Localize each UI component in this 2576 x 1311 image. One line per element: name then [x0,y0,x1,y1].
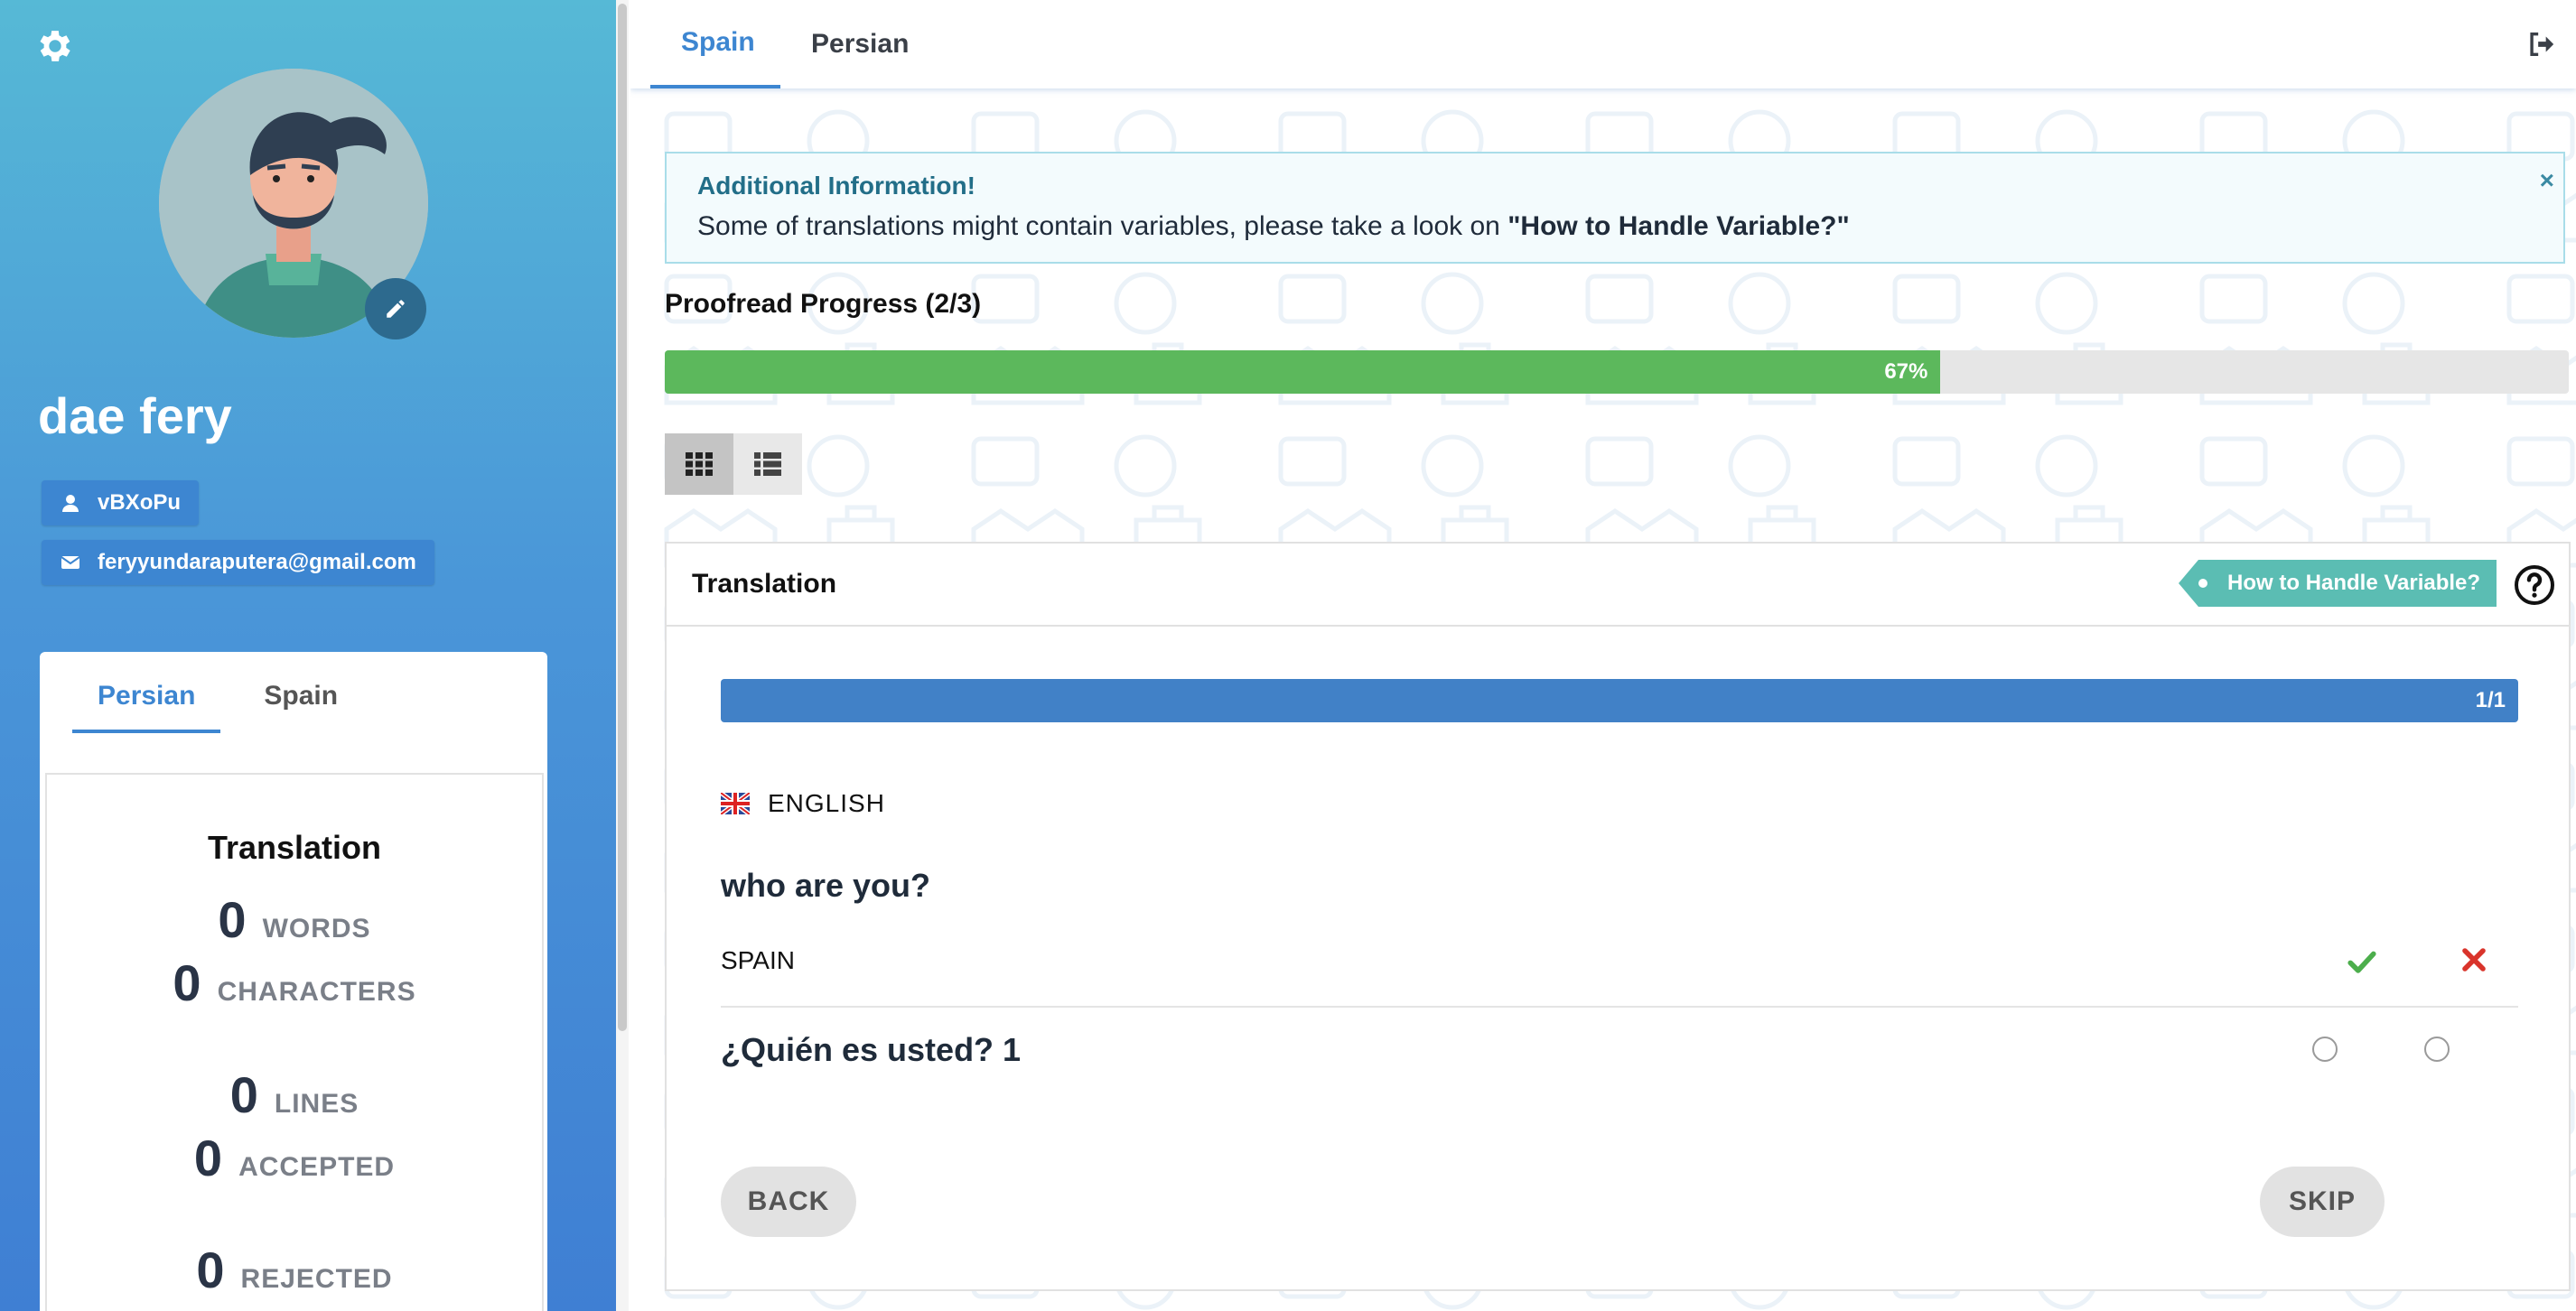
sidebar: dae fery vBXoPu feryyundaraputera@gmail.… [0,0,616,1311]
username-badge: vBXoPu [42,480,200,525]
skip-button[interactable]: SKIP [2260,1167,2385,1237]
target-language-row: SPAIN [721,926,2518,1008]
uk-flag-icon [721,793,750,814]
ribbon-label: How to Handle Variable? [2227,571,2481,595]
grid-icon [686,452,713,476]
translation-card: Translation How to Handle Variable? 1/1 [665,542,2571,1291]
stat-label: WORDS [262,914,371,944]
source-text: who are you? [721,867,931,904]
topbar: Spain Persian [630,0,2576,88]
stat-label: CHARACTERS [217,977,416,1007]
stat-value: 0 [173,954,201,1011]
tab-persian[interactable]: Persian [780,0,934,88]
reject-radio[interactable] [2424,1037,2450,1062]
stat-accepted: 0 ACCEPTED [47,1129,542,1187]
info-title: Additional Information! [697,172,975,200]
check-icon[interactable] [2347,946,2377,977]
user-icon [62,495,79,512]
card-title: Translation [692,569,837,599]
proofread-progress-label: Proofread Progress (2/3) [665,289,982,319]
stats-tab-persian[interactable]: Persian [72,672,221,733]
envelope-icon [61,556,80,569]
x-icon[interactable] [2460,946,2487,973]
ribbon-dot [2198,579,2207,588]
stats-title: Translation [207,829,382,866]
user-name: dae fery [38,387,232,444]
progress-fill: 67% [665,350,1941,394]
main-content: Spain Persian Additional Information! So… [630,0,2576,1311]
stats-card: Persian Spain Translation 0 WORDS 0 CHAR… [40,652,547,1311]
list-view-button[interactable] [733,433,802,495]
info-text-plain: Some of translations might contain varia… [697,211,1508,241]
info-text-bold: "How to Handle Variable?" [1507,211,1850,241]
stat-rejected: 0 REJECTED [47,1241,542,1299]
stat-lines: 0 LINES [47,1065,542,1124]
email-badge: feryyundaraputera@gmail.com [42,540,434,585]
how-to-handle-variable-button[interactable]: How to Handle Variable? [2179,560,2497,607]
stat-value: 0 [196,1241,225,1298]
card-header: Translation How to Handle Variable? [667,544,2569,627]
email-text: feryyundaraputera@gmail.com [98,550,416,574]
stats-panel: Translation 0 WORDS 0 CHARACTERS 0 LINES… [45,773,544,1311]
question-circle-icon[interactable] [2513,563,2556,607]
stat-words: 0 WORDS [47,890,542,949]
stats-tab-spain[interactable]: Spain [238,672,363,733]
progress-percent: 67% [1884,359,1928,384]
grid-view-button[interactable] [665,433,733,495]
info-alert: Additional Information! Some of translat… [665,152,2565,264]
source-language-label: ENGLISH [768,789,885,817]
stat-characters: 0 CHARACTERS [47,953,542,1012]
accept-radio[interactable] [2312,1037,2338,1062]
sidebar-scrollbar-thumb[interactable] [618,4,627,1031]
info-text: Some of translations might contain varia… [697,211,2533,242]
stat-value: 0 [218,891,247,948]
segment-counter: 1/1 [2475,688,2506,712]
stat-label: ACCEPTED [238,1152,396,1182]
stats-tabs: Persian Spain [72,672,363,733]
username-text: vBXoPu [98,490,182,515]
segment-progress-bar: 1/1 [721,679,2518,722]
stat-label: REJECTED [240,1264,393,1294]
stat-value: 0 [193,1130,223,1186]
target-language-label: SPAIN [721,946,795,974]
view-toggle [665,433,802,495]
proofread-progress-bar: 67% [665,350,2569,394]
list-icon [754,452,781,476]
back-button[interactable]: BACK [721,1167,856,1237]
source-language-row: ENGLISH [721,789,885,818]
stat-value: 0 [229,1066,258,1123]
edit-avatar-button[interactable] [365,278,426,339]
close-icon[interactable]: × [2540,166,2554,195]
translation-text: ¿Quién es usted? 1 [721,1031,1022,1068]
tab-spain[interactable]: Spain [650,0,780,88]
stat-label: LINES [274,1089,359,1119]
gear-icon[interactable] [34,25,76,67]
logout-icon[interactable] [2525,29,2556,60]
pencil-icon [387,300,405,318]
